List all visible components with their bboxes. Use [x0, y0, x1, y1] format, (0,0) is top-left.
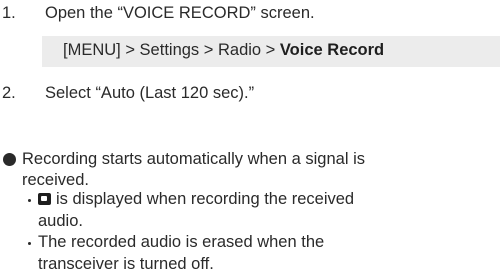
note-line-1: Recording starts automatically when a si… [22, 150, 365, 168]
sub-note-2-line-2: transceiver is turned off. [38, 255, 214, 273]
sub-note-1-line-2: audio. [38, 212, 83, 230]
note-line-2: received. [22, 171, 89, 189]
sub-note-1-line-1: is displayed when recording the received [38, 190, 354, 209]
menu-path-box: [MENU] > Settings > Radio > Voice Record [42, 36, 500, 67]
bullet-icon [3, 153, 16, 166]
step-1-text: Open the “VOICE RECORD” screen. [45, 4, 315, 22]
sub-bullet-icon [28, 199, 31, 202]
sub-note-2-line-1: The recorded audio is erased when the [38, 233, 325, 251]
step-2-number: 2. [2, 84, 16, 102]
record-icon [38, 193, 51, 205]
sub-bullet-icon [28, 242, 31, 245]
menu-path-prefix: [MENU] > Settings > Radio > [63, 41, 280, 59]
sub-note-1-text: is displayed when recording the received [56, 190, 355, 208]
menu-path-bold: Voice Record [279, 41, 385, 59]
menu-path: [MENU] > Settings > Radio > Voice Record [63, 41, 384, 60]
step-2-text: Select “Auto (Last 120 sec).” [45, 84, 255, 102]
step-1-number: 1. [2, 4, 16, 22]
